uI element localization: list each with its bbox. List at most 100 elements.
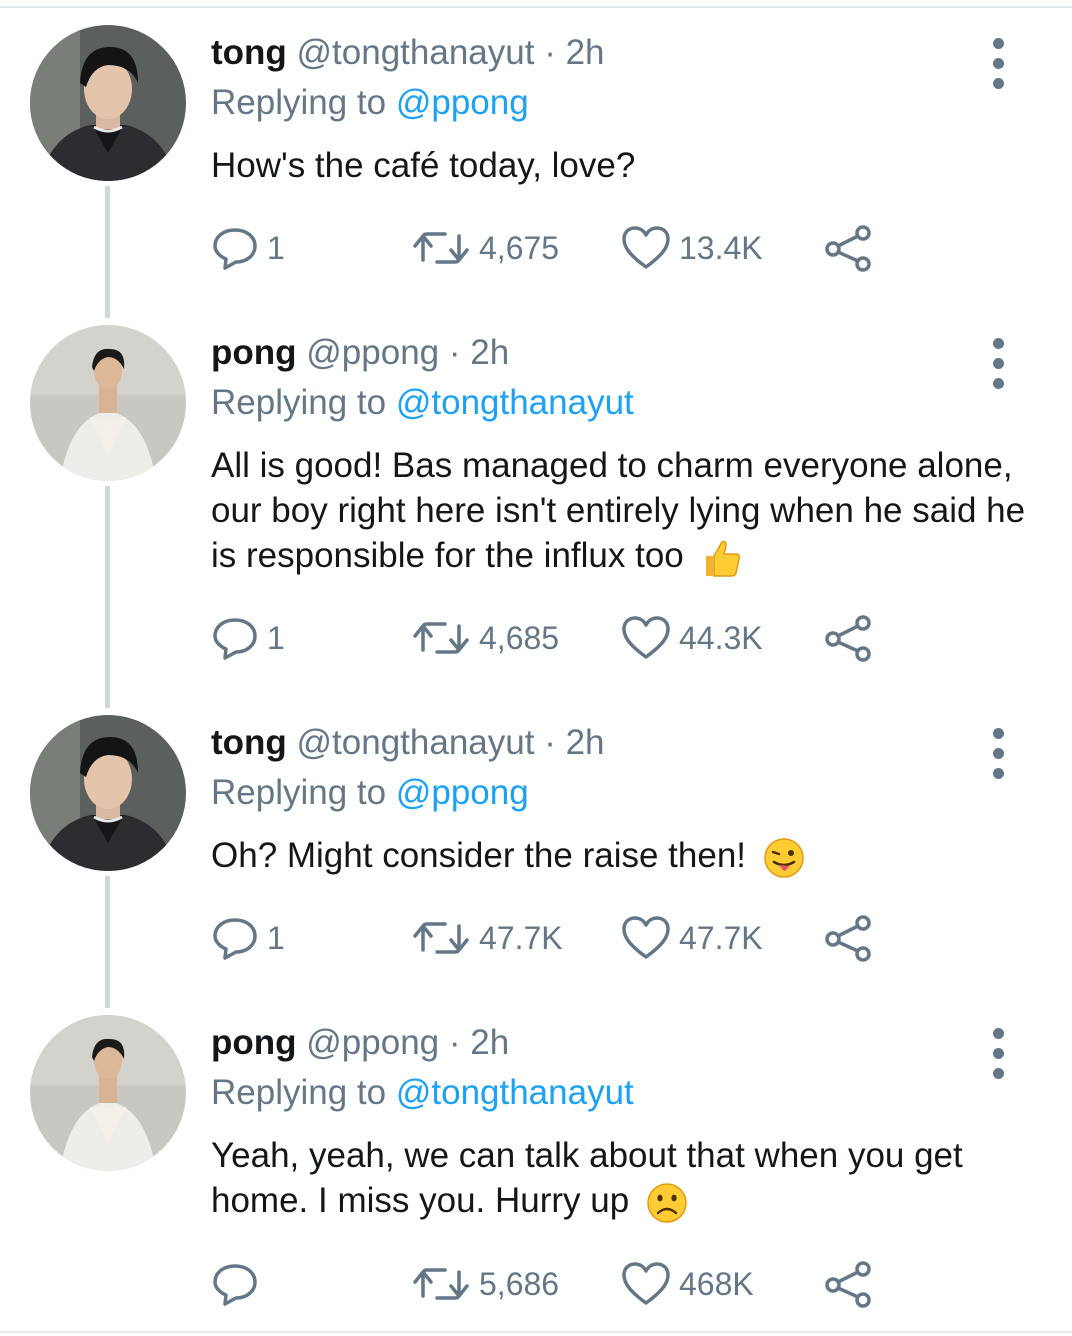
like-button[interactable]: 44.3K [621,613,763,663]
display-name[interactable]: pong [211,333,297,372]
tweet-actions: 1 47.7K 47.7K [211,913,911,963]
replying-label: Replying to [211,383,387,422]
more-options-icon[interactable] [985,35,1011,95]
tweet-header: pong @ppong · 2h [211,1023,509,1063]
avatar-tong[interactable] [30,25,186,181]
reply-button[interactable]: 1 [211,913,285,963]
reply-count: 1 [267,620,285,656]
winking-tongue-emoji [762,836,806,880]
replying-label: Replying to [211,1073,387,1112]
retweet-count: 4,675 [479,230,560,266]
like-button[interactable]: 13.4K [621,223,763,273]
slightly-frowning-emoji [645,1181,689,1225]
retweet-icon [413,1268,469,1300]
replying-to: Replying to @ppong [211,83,529,123]
reply-icon [213,618,257,660]
like-icon [622,1262,670,1305]
share-button[interactable] [823,1259,875,1309]
retweet-button[interactable]: 4,685 [411,613,559,663]
display-name[interactable]: tong [211,723,287,762]
tweet-actions: 1 4,675 13.4K [211,223,911,273]
separator-dot: · [448,333,461,372]
mention-link[interactable]: @ppong [396,773,529,812]
replying-label: Replying to [211,773,387,812]
user-handle[interactable]: @ppong [306,1023,439,1062]
display-name[interactable]: pong [211,1023,297,1062]
mention-link[interactable]: @ppong [396,83,529,122]
like-icon [622,226,670,269]
reply-button[interactable] [211,1259,267,1309]
more-options-icon[interactable] [985,725,1011,785]
share-icon [825,915,871,962]
reply-button[interactable]: 1 [211,223,285,273]
tweet-actions: 5,686 468K [211,1259,911,1309]
tweet-header: tong @tongthanayut · 2h [211,723,605,763]
tweet-text: Oh? Might consider the raise then! [211,833,1041,880]
like-button[interactable]: 468K [621,1259,754,1309]
replying-to: Replying to @tongthanayut [211,383,634,423]
reply-icon [213,228,257,270]
tweet-header: pong @ppong · 2h [211,333,509,373]
tweet-header: tong @tongthanayut · 2h [211,33,605,73]
retweet-icon [413,622,469,654]
thumbs-up-emoji [700,536,744,580]
reply-button[interactable]: 1 [211,613,285,663]
reply-icon [213,918,257,960]
tweet-body: Yeah, yeah, we can talk about that when … [211,1136,963,1220]
share-icon [825,1261,871,1308]
separator-dot: · [544,723,556,762]
mention-link[interactable]: @tongthanayut [396,383,634,422]
user-handle[interactable]: @tongthanayut [297,33,535,72]
reply-icon [213,1264,257,1306]
tweet-text: Yeah, yeah, we can talk about that when … [211,1133,1041,1225]
share-icon [825,615,871,662]
replying-label: Replying to [211,83,387,122]
timestamp[interactable]: 2h [470,1023,509,1062]
like-icon [622,916,670,959]
retweet-count: 47.7K [479,920,563,956]
display-name[interactable]: tong [211,33,287,72]
share-button[interactable] [823,613,875,663]
timestamp[interactable]: 2h [566,723,605,762]
user-handle[interactable]: @tongthanayut [297,723,535,762]
tweet-body: All is good! Bas managed to charm everyo… [211,446,1026,575]
reply-count: 1 [267,230,285,266]
tweet-actions: 1 4,685 44.3K [211,613,911,663]
avatar-pong[interactable] [30,1015,186,1171]
share-button[interactable] [823,913,875,963]
replying-to: Replying to @ppong [211,773,529,813]
bottom-divider [0,1331,1072,1333]
retweet-icon [413,922,469,954]
more-options-icon[interactable] [985,335,1011,395]
reply-count: 1 [267,920,285,956]
retweet-count: 5,686 [479,1266,560,1302]
like-icon [622,616,670,659]
top-divider [0,6,1072,8]
avatar-pong[interactable] [30,325,186,481]
tweet-text: How's the café today, love? [211,143,1041,188]
mention-link[interactable]: @tongthanayut [396,1073,634,1112]
retweet-icon [413,232,469,264]
retweet-button[interactable]: 5,686 [411,1259,559,1309]
tweet[interactable]: tong @tongthanayut · 2h Replying to @ppo… [0,25,1072,315]
separator-dot: · [544,33,556,72]
more-options-icon[interactable] [985,1025,1011,1085]
tweet[interactable]: pong @ppong · 2h Replying to @tongthanay… [0,325,1072,695]
tweet-body: How's the café today, love? [211,146,636,185]
timestamp[interactable]: 2h [566,33,605,72]
retweet-button[interactable]: 4,675 [411,223,559,273]
timestamp[interactable]: 2h [470,333,509,372]
separator-dot: · [448,1023,461,1062]
like-count: 47.7K [679,920,763,956]
tweet-body: Oh? Might consider the raise then! [211,836,747,875]
like-count: 44.3K [679,620,763,656]
tweet[interactable]: pong @ppong · 2h Replying to @tongthanay… [0,1015,1072,1325]
user-handle[interactable]: @ppong [306,333,439,372]
avatar-tong[interactable] [30,715,186,871]
like-button[interactable]: 47.7K [621,913,763,963]
tweet[interactable]: tong @tongthanayut · 2h Replying to @ppo… [0,715,1072,1005]
like-count: 468K [679,1266,754,1302]
retweet-count: 4,685 [479,620,560,656]
retweet-button[interactable]: 47.7K [411,913,563,963]
share-button[interactable] [823,223,875,273]
